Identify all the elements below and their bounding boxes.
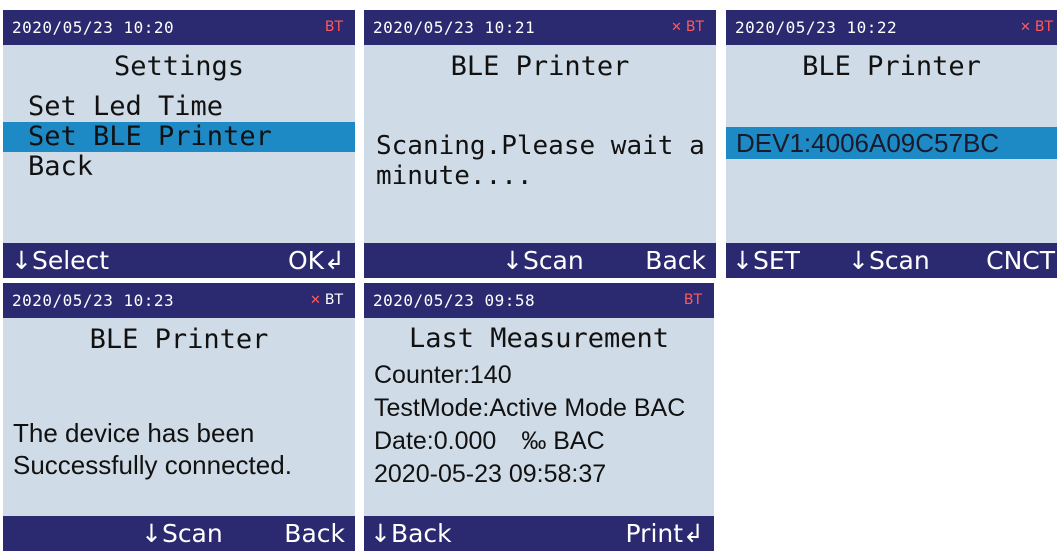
softkey-bar: ↓Scan Back — [3, 516, 355, 551]
device-list-item[interactable]: DEV1:4006A09C57BC — [736, 128, 999, 158]
mute-icon: ✕ — [1019, 20, 1031, 35]
page-title: Settings — [113, 51, 245, 82]
bluetooth-status-icon: ✕ BT — [670, 19, 704, 35]
screen-ble-scanning: 2020/05/23 10:21 ✕ BT BLE Printer Scaning… — [364, 10, 716, 278]
mute-icon: ✕ — [670, 20, 682, 35]
status-bar: 2020/05/23 10:22 ✕ BT — [726, 10, 1057, 45]
connect-softkey[interactable]: CNCT — [986, 243, 1055, 278]
set-softkey[interactable]: ↓SET — [732, 243, 800, 278]
page-title: Last Measurement — [408, 323, 670, 354]
status-bar: 2020/05/23 09:58 BT — [364, 283, 714, 318]
back-softkey[interactable]: Back — [284, 516, 345, 551]
test-mode-value: TestMode:Active Mode BAC — [374, 394, 686, 422]
select-softkey[interactable]: ↓Select — [11, 243, 109, 278]
scan-message-line-2: minute.... — [376, 161, 533, 191]
status-bar: 2020/05/23 10:20 BT — [3, 10, 355, 45]
back-softkey[interactable]: Back — [645, 243, 706, 278]
bluetooth-status-icon: ✕ BT — [309, 292, 343, 308]
screen-ble-connected: 2020/05/23 10:23 ✕ BT BLE Printer The dev… — [3, 283, 355, 551]
scan-message-line-1: Scaning.Please wait a — [376, 131, 705, 161]
scan-softkey[interactable]: ↓Scan — [848, 243, 930, 278]
counter-value: Counter:140 — [374, 361, 512, 389]
result-value: Date:0.000 ‰ BAC — [374, 427, 605, 455]
ok-softkey[interactable]: OK↲ — [288, 243, 345, 278]
bluetooth-status-icon: BT — [324, 19, 343, 35]
page-title: BLE Printer — [89, 324, 269, 355]
scan-softkey[interactable]: ↓Scan — [141, 516, 223, 551]
softkey-bar: ↓Select OK↲ — [3, 243, 355, 278]
page-title: BLE Printer — [802, 51, 981, 82]
menu-item-back[interactable]: Back — [28, 152, 93, 182]
clock-time: 2020/05/23 10:22 — [735, 18, 898, 37]
softkey-bar: ↓Back Print↲ — [364, 516, 714, 551]
screen-ble-device-list: 2020/05/23 10:22 ✕ BT BLE Printer DEV1:40… — [726, 10, 1057, 278]
clock-time: 2020/05/23 10:23 — [12, 291, 175, 310]
clock-time: 2020/05/23 09:58 — [373, 291, 536, 310]
screen-settings: 2020/05/23 10:20 BT Settings Set Led Tim… — [3, 10, 355, 278]
measurement-datetime: 2020-05-23 09:58:37 — [374, 460, 607, 488]
bluetooth-status-icon: ✕ BT — [1019, 19, 1053, 35]
softkey-bar: ↓SET ↓Scan CNCT — [726, 243, 1057, 278]
clock-time: 2020/05/23 10:20 — [12, 18, 175, 37]
back-softkey[interactable]: ↓Back — [370, 516, 452, 551]
clock-time: 2020/05/23 10:21 — [373, 18, 536, 37]
softkey-bar: ↓Scan Back — [364, 243, 716, 278]
connect-message-line-1: The device has been — [13, 418, 255, 448]
page-title: BLE Printer — [450, 51, 630, 82]
scan-softkey[interactable]: ↓Scan — [502, 243, 584, 278]
menu-item-set-ble-printer[interactable]: Set BLE Printer — [28, 122, 272, 152]
status-bar: 2020/05/23 10:23 ✕ BT — [3, 283, 355, 318]
bluetooth-status-icon: BT — [683, 292, 702, 308]
screen-last-measurement: 2020/05/23 09:58 BT Last Measurement Cou… — [364, 283, 714, 551]
status-bar: 2020/05/23 10:21 ✕ BT — [364, 10, 716, 45]
connect-message-line-2: Successfully connected. — [13, 450, 292, 480]
mute-icon: ✕ — [309, 293, 321, 308]
print-softkey[interactable]: Print↲ — [626, 516, 704, 551]
menu-item-set-led-time[interactable]: Set Led Time — [28, 92, 223, 122]
